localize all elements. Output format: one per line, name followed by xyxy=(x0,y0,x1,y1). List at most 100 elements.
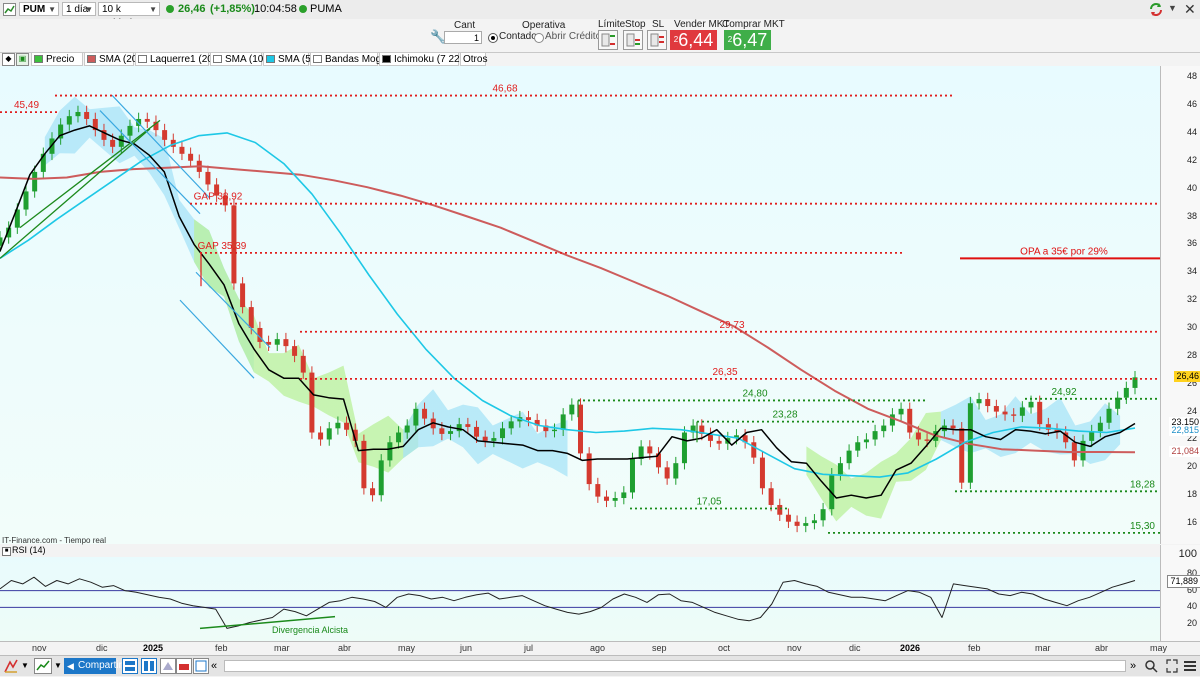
candle-body xyxy=(422,408,428,419)
candle-body xyxy=(248,307,254,328)
candle-body xyxy=(300,355,306,373)
quote-time: 10:04:58 xyxy=(254,3,297,15)
x-tick-label: 2026 xyxy=(900,643,921,653)
candle-body xyxy=(586,453,592,485)
rsi-tick-label: 100 xyxy=(1178,548,1197,560)
quantity-selector[interactable]: 10 k unidades▼ xyxy=(98,2,160,29)
fullscreen-icon[interactable] xyxy=(1165,658,1179,674)
legend-sma100[interactable]: SMA (100) xyxy=(210,52,272,66)
layout-2-icon[interactable] xyxy=(141,658,157,674)
sell-mkt-button[interactable]: 26,44 xyxy=(670,30,717,50)
price-tag: 22,815 xyxy=(1169,425,1200,437)
scroll-left-icon[interactable]: « xyxy=(211,658,217,674)
candle-body xyxy=(751,442,757,458)
candle-body xyxy=(820,509,826,521)
y-tick-label: 16 xyxy=(1186,517,1197,528)
price-level-label: 29,73 xyxy=(719,320,744,331)
x-tick-label: may xyxy=(1150,643,1168,653)
chevron-down-icon: ▼ xyxy=(48,5,56,14)
share-button[interactable]: ◀ Compartir xyxy=(64,658,122,674)
layout-5-icon[interactable] xyxy=(193,658,209,674)
opa-label: OPA a 35€ por 29% xyxy=(1020,246,1108,257)
x-tick-label: abr xyxy=(1095,643,1109,653)
cant-input[interactable] xyxy=(444,31,482,44)
chevron-down-icon[interactable]: ▼ xyxy=(21,658,29,674)
x-tick-label: ago xyxy=(590,643,606,653)
zoom-icon[interactable] xyxy=(1143,658,1159,674)
legend-bandas[interactable]: Bandas Mogalef xyxy=(310,52,397,66)
price-level-label: 17,05 xyxy=(696,496,721,507)
rsi-tick-label: 20 xyxy=(1186,618,1197,629)
y-tick-label: 40 xyxy=(1186,182,1197,193)
grid-menu-icon[interactable] xyxy=(1183,658,1197,674)
buy-mkt-button[interactable]: 26,47 xyxy=(724,30,771,50)
layout-4-icon[interactable] xyxy=(176,658,192,674)
stop-label: Stop xyxy=(625,19,646,30)
drawing-tools-icon[interactable] xyxy=(3,658,19,674)
price-chart[interactable]: 45,49 46,68 GAP 38,92 GAP 35,39 29,73 26,35 24… xyxy=(0,66,1160,544)
candle-body xyxy=(603,496,609,501)
instrument-icon xyxy=(3,3,16,16)
chart-type-icon[interactable] xyxy=(34,658,52,674)
candle-body xyxy=(577,404,583,454)
laquerre-swatch-icon xyxy=(138,55,147,63)
rsi-close-icon[interactable]: ■ xyxy=(2,547,11,556)
layout-1-icon[interactable] xyxy=(122,658,138,674)
candle-body xyxy=(465,424,471,427)
x-tick-label: nov xyxy=(32,643,47,653)
share-icon: ◀ xyxy=(67,661,74,671)
timeframe-selector[interactable]: 1 día ▼ xyxy=(62,2,96,16)
price-level-label: GAP 38,92 xyxy=(194,192,243,203)
candle-body xyxy=(907,408,913,433)
sl-order-button[interactable] xyxy=(647,30,667,50)
sync-icon[interactable] xyxy=(1148,2,1164,17)
candle-body xyxy=(370,488,376,496)
price-axis[interactable]: 16 18 20 22 24 26 28 30 32 34 36 38 40 42 44 46 48 26,46 2… xyxy=(1160,66,1200,544)
cant-label: Cant xyxy=(454,20,476,31)
candle-body xyxy=(309,372,315,433)
layout-3-icon[interactable] xyxy=(160,658,176,674)
ticker-selector[interactable]: PUM ▼ xyxy=(19,2,59,16)
stop-order-icon xyxy=(626,33,640,47)
close-icon[interactable]: ✕ xyxy=(1184,1,1196,18)
candle-body xyxy=(872,431,878,440)
x-tick-label: sep xyxy=(652,643,667,653)
limit-order-button[interactable] xyxy=(598,30,618,50)
candle-body xyxy=(898,408,904,415)
price-tag: 26,46 xyxy=(1174,371,1200,383)
legend-price-label: Precio xyxy=(46,54,75,65)
price-status-dot xyxy=(166,5,174,13)
rsi-axis[interactable]: 20 40 60 80 100 71,889 xyxy=(1160,545,1200,641)
legend-sma200[interactable]: SMA (200) xyxy=(84,52,146,66)
candle-body xyxy=(413,408,419,426)
candle-body xyxy=(526,417,532,420)
ichimoku-cloud-area xyxy=(44,96,254,373)
price-tag: 21,084 xyxy=(1169,446,1200,458)
legend-otros[interactable]: Otros xyxy=(460,52,487,66)
rsi-chart[interactable]: Divergencia Alcista xyxy=(0,557,1160,641)
horizontal-scrollbar[interactable] xyxy=(224,660,1126,672)
candle-body xyxy=(318,432,324,440)
legend-price[interactable]: Precio xyxy=(31,52,83,66)
scroll-right-icon[interactable]: » xyxy=(1130,658,1136,674)
legend-ichimoku[interactable]: Ichimoku (7 22 44) xyxy=(379,52,477,66)
rsi-chart-svg: Divergencia Alcista xyxy=(0,576,1160,635)
chevron-down-icon[interactable]: ▼ xyxy=(1168,3,1177,13)
radio-dot-icon xyxy=(491,36,495,40)
legend-sma50[interactable]: SMA (50) xyxy=(263,52,320,66)
candle-body xyxy=(474,426,480,437)
stop-order-button[interactable] xyxy=(623,30,643,50)
x-tick-label: may xyxy=(398,643,416,653)
chart-mode-icon[interactable]: ▣ xyxy=(16,53,29,66)
x-tick-label: dic xyxy=(96,643,108,653)
add-indicator-icon[interactable]: ◆ xyxy=(2,53,15,66)
time-axis[interactable]: nov dic 2025 feb mar abr may jun jul ago sep oct nov… xyxy=(0,641,1200,656)
legend-laquerre[interactable]: Laquerre1 (20 5) xyxy=(135,52,225,66)
chevron-down-icon[interactable]: ▼ xyxy=(54,658,62,674)
credito-radio[interactable] xyxy=(534,33,544,43)
contado-radio[interactable] xyxy=(488,33,498,43)
price-level-label: 26,35 xyxy=(712,367,737,378)
buy-price: 6,47 xyxy=(732,30,768,50)
candle-body xyxy=(811,520,817,524)
sma200-swatch-icon xyxy=(87,55,96,63)
